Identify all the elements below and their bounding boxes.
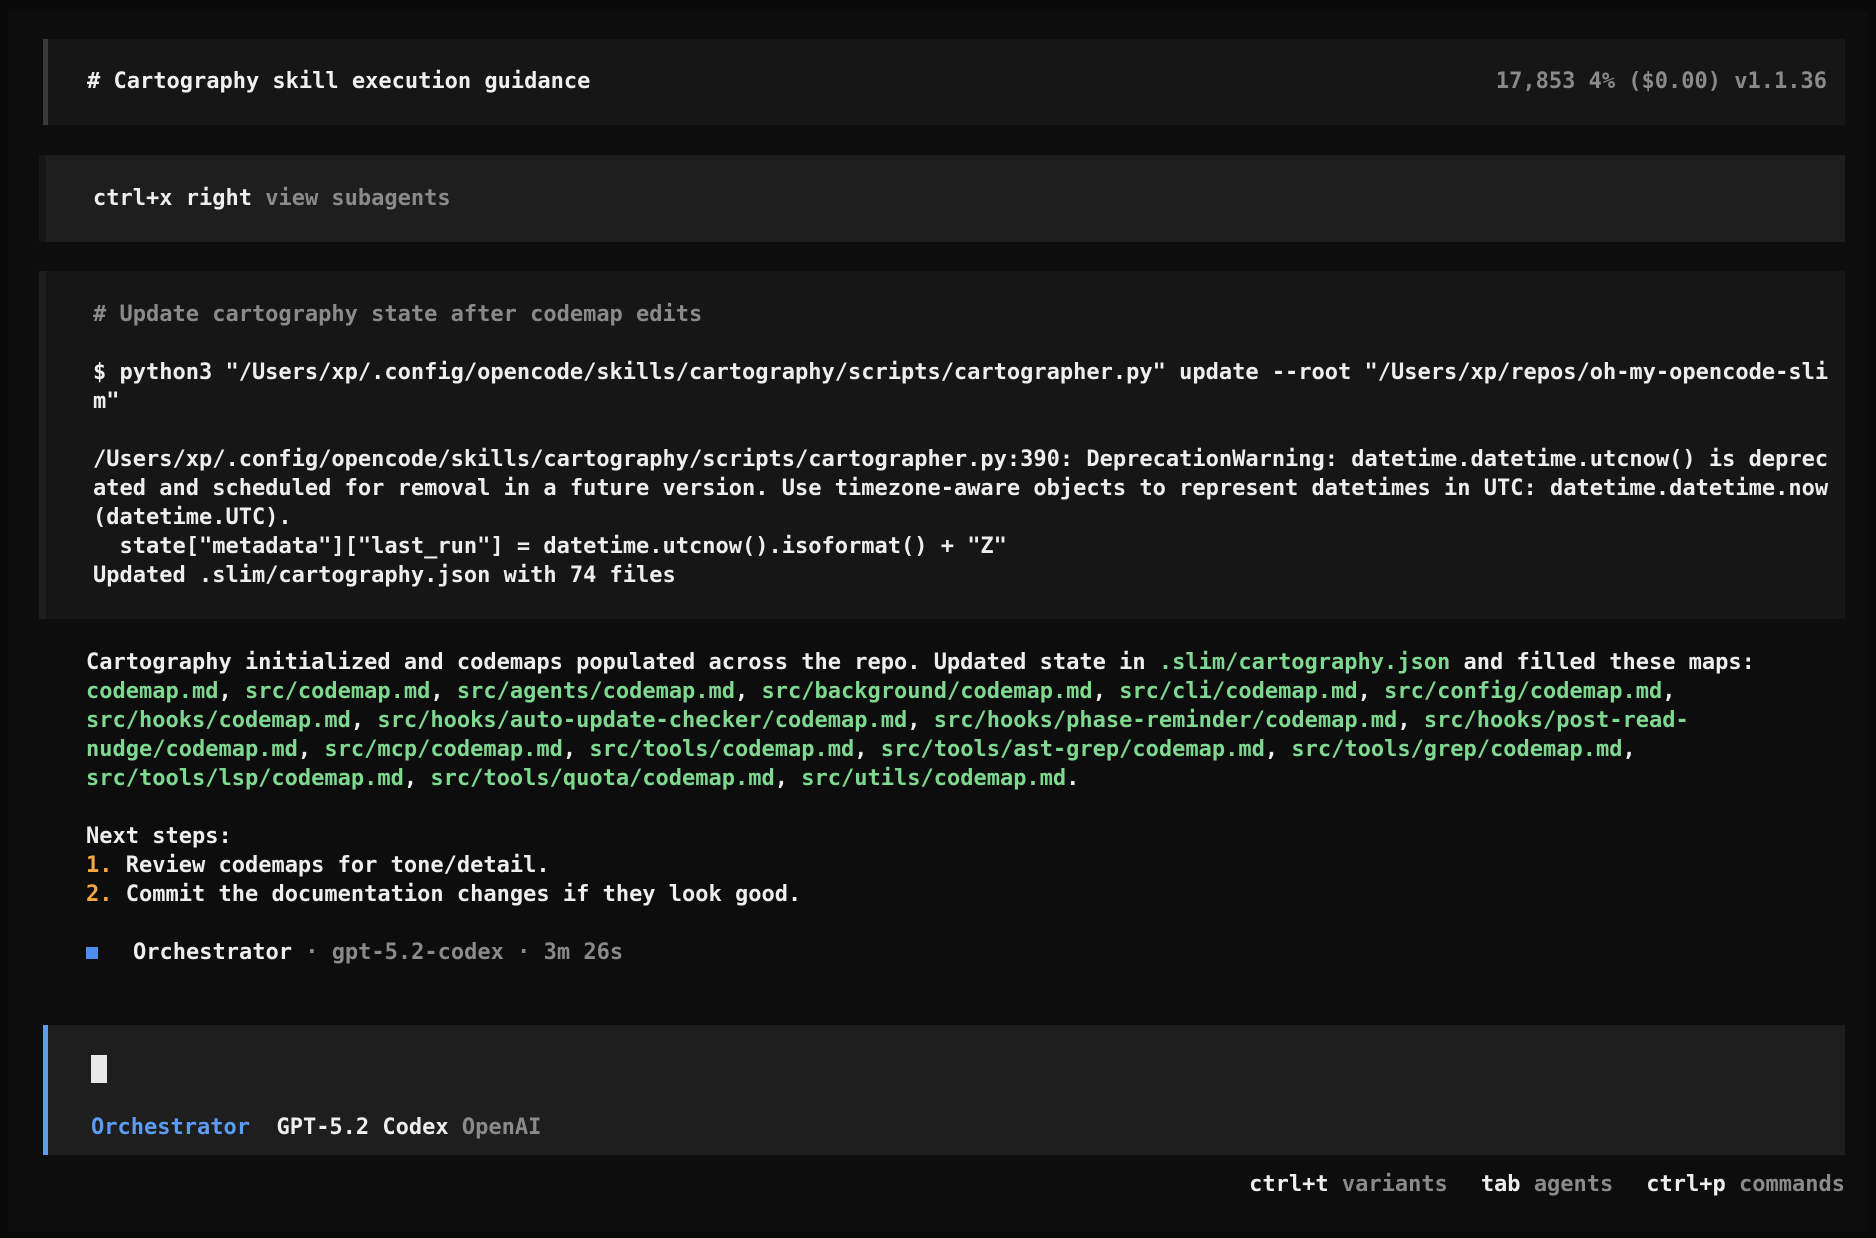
- codemap-path: src/background/codemap.md: [761, 679, 1093, 704]
- hint-key: ctrl+x right: [93, 186, 252, 211]
- input-provider: OpenAI: [461, 1115, 542, 1140]
- codemap-path: src/agents/codemap.md: [456, 679, 736, 704]
- codemap-path: src/tools/quota/codemap.md: [430, 766, 775, 791]
- codemap-list: codemap.md, src/codemap.md, src/agents/c…: [86, 679, 1689, 791]
- hint-label: view subagents: [265, 186, 451, 211]
- message-summary: Cartography initialized and codemaps pop…: [86, 650, 1755, 791]
- prompt-input[interactable]: Orchestrator GPT-5.2 Codex OpenAI: [43, 1025, 1845, 1155]
- list-item: 2. Commit the documentation changes if t…: [86, 882, 802, 907]
- footer-variants[interactable]: ctrl+t variants: [1249, 1170, 1448, 1199]
- codemap-path: src/mcp/codemap.md: [324, 737, 563, 762]
- codemap-path: src/utils/codemap.md: [801, 766, 1067, 791]
- bash-comment: # Update cartography state after codemap…: [93, 302, 703, 327]
- footer-agents[interactable]: tab agents: [1481, 1170, 1613, 1199]
- bash-tool-output: # Update cartography state after codemap…: [39, 271, 1845, 619]
- bash-command: $ python3 "/Users/xp/.config/opencode/sk…: [93, 360, 1829, 414]
- codemap-path: src/tools/grep/codemap.md: [1291, 737, 1623, 762]
- agent-square-icon: [86, 946, 98, 959]
- text-cursor: [91, 1055, 107, 1083]
- bash-output: /Users/xp/.config/opencode/skills/cartog…: [93, 447, 1829, 588]
- input-model: GPT-5.2 Codex: [276, 1115, 449, 1140]
- message-meta-info: · gpt-5.2-codex · 3m 26s: [291, 940, 624, 965]
- footer-commands[interactable]: ctrl+p commands: [1646, 1170, 1845, 1199]
- state-file-path: .slim/cartography.json: [1158, 650, 1451, 675]
- model-selector[interactable]: Orchestrator GPT-5.2 Codex OpenAI: [91, 1113, 541, 1142]
- session-header: # Cartography skill execution guidance 1…: [43, 39, 1845, 125]
- codemap-path: src/tools/ast-grep/codemap.md: [880, 737, 1265, 762]
- codemap-path: src/tools/codemap.md: [589, 737, 855, 762]
- codemap-path: src/hooks/auto-update-checker/codemap.md: [377, 708, 908, 733]
- codemap-path: src/hooks/phase-reminder/codemap.md: [933, 708, 1398, 733]
- assistant-message: Cartography initialized and codemaps pop…: [86, 648, 1826, 967]
- codemap-path: src/tools/lsp/codemap.md: [86, 766, 404, 791]
- list-item: 1. Review codemaps for tone/detail.: [86, 853, 550, 878]
- message-meta: Orchestrator · gpt-5.2-codex · 3m 26s: [86, 938, 1826, 967]
- keybind-footer: ctrl+t variants tab agents ctrl+p comman…: [1249, 1170, 1845, 1199]
- codemap-path: src/codemap.md: [244, 679, 431, 704]
- message-agent: Orchestrator: [133, 940, 292, 965]
- codemap-path: src/config/codemap.md: [1384, 679, 1663, 704]
- session-stats: 17,853 4% ($0.00) v1.1.36: [1495, 69, 1827, 94]
- codemap-path: codemap.md: [86, 679, 219, 704]
- codemap-path: src/cli/codemap.md: [1119, 679, 1358, 704]
- subagents-hint[interactable]: ctrl+x right view subagents: [39, 155, 1845, 242]
- codemap-path: src/hooks/codemap.md: [86, 708, 351, 733]
- next-steps-title: Next steps:: [86, 824, 232, 849]
- session-title: # Cartography skill execution guidance: [87, 69, 591, 94]
- input-agent[interactable]: Orchestrator: [91, 1115, 250, 1140]
